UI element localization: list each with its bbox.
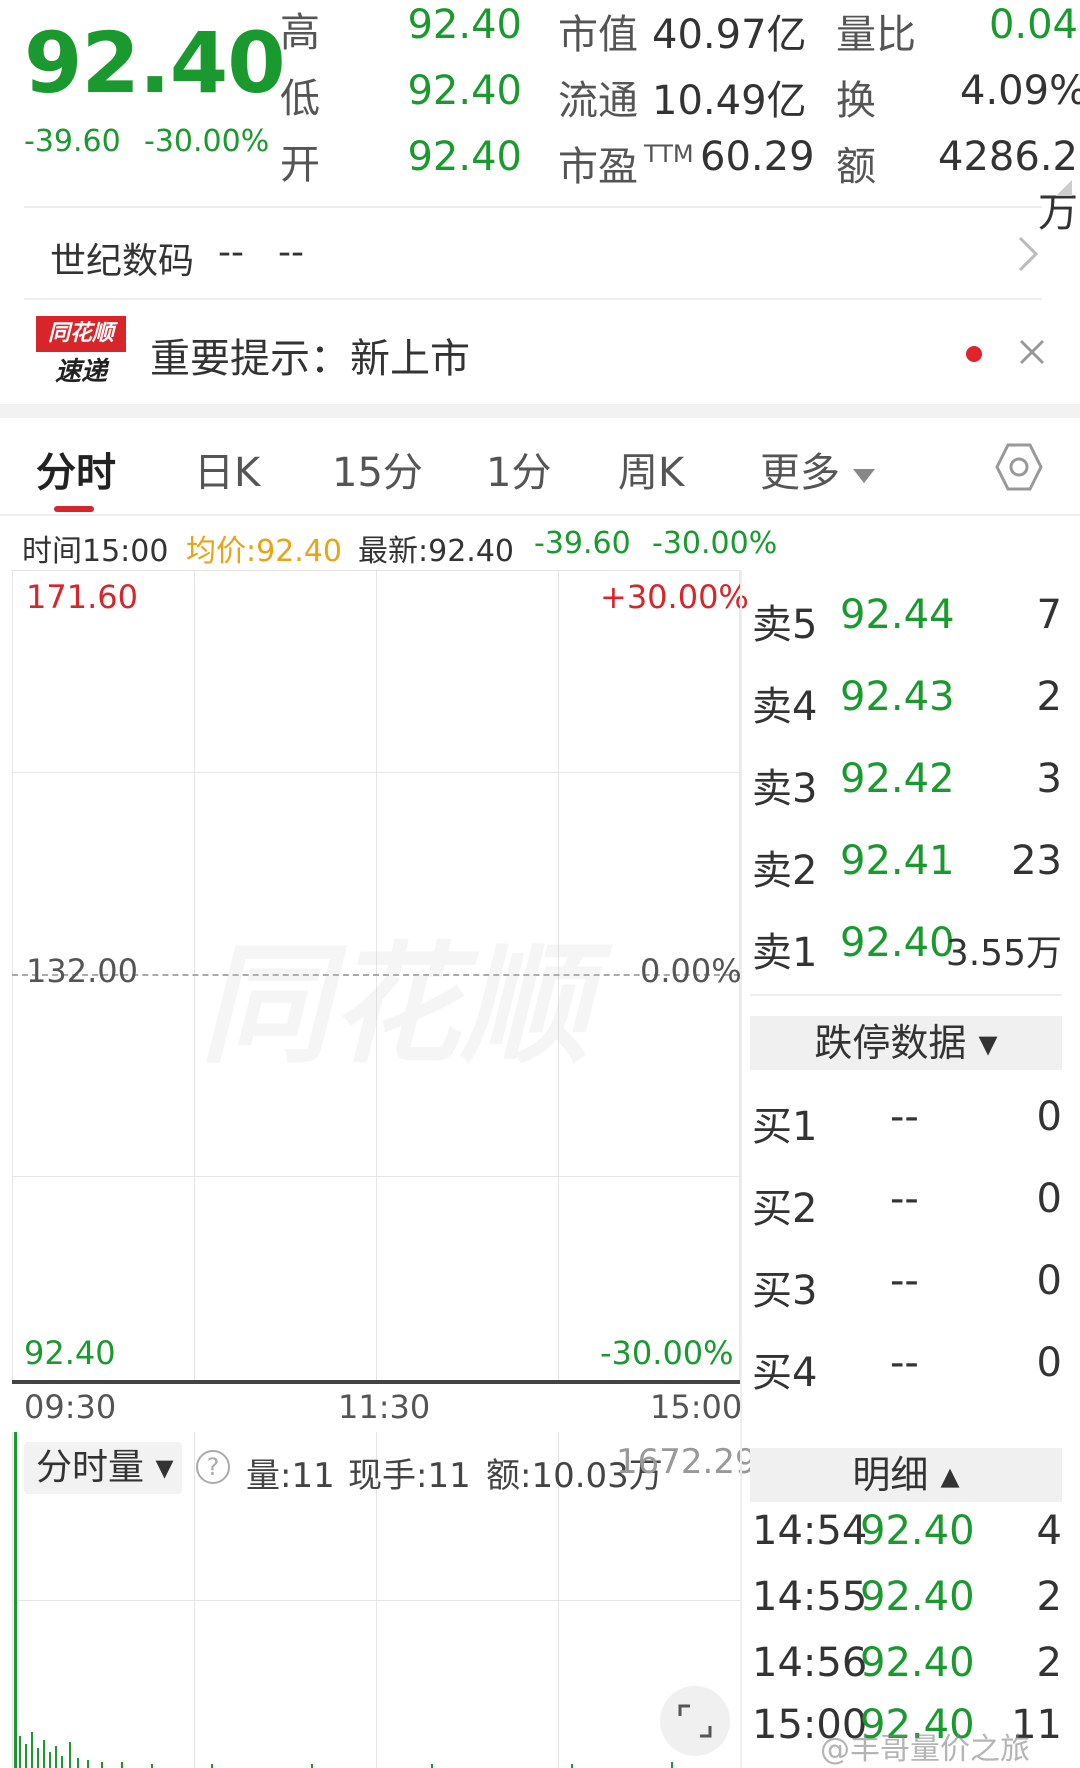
tab-weekly-k[interactable]: 周K <box>618 440 684 498</box>
time-axis-mid: 11:30 <box>338 1388 431 1426</box>
turnover-label: 换 <box>836 78 876 124</box>
turnover-value: 4.09% <box>960 68 1080 114</box>
detail-section-header[interactable]: 明细 ▴ <box>750 1448 1062 1502</box>
tab-15min[interactable]: 15分 <box>332 440 423 498</box>
unread-dot <box>966 346 982 362</box>
mktcap-label: 市值 <box>558 12 638 58</box>
price-line <box>12 1380 740 1384</box>
news-text: 重要提示：新上市 <box>150 336 470 382</box>
price-change: -39.60 <box>24 124 121 159</box>
opening-volume-bar <box>14 1432 17 1768</box>
panel-separator <box>740 570 742 1768</box>
pe-label: 市盈 <box>558 144 638 190</box>
float-label: 流通 <box>558 78 638 124</box>
open-label: 开 <box>280 142 320 188</box>
divider <box>750 994 1062 996</box>
mktcap-value: 40.97亿 <box>652 12 807 58</box>
axis-mid-price: 132.00 <box>26 952 138 990</box>
chevron-right-icon <box>1018 236 1039 272</box>
volume-max-axis: 1672.29 <box>616 1442 757 1482</box>
section-gap <box>0 404 1080 418</box>
tab-1min[interactable]: 1分 <box>486 440 551 498</box>
footer-watermark: @丰哥量价之旅 <box>820 1732 1030 1767</box>
watermark: 同花顺 <box>200 929 591 1081</box>
info-time: 时间15:00 <box>22 534 169 569</box>
high-value: 92.40 <box>407 2 522 48</box>
sell-order-row[interactable]: 卖5 92.44 7 <box>752 592 1062 652</box>
trade-detail-row: 14:54 92.40 4 <box>752 1508 1062 1554</box>
time-axis-end: 15:00 <box>650 1388 743 1426</box>
company-name: 世纪数码 <box>50 241 195 282</box>
axis-bottom-price: 92.40 <box>24 1334 116 1372</box>
company-value-1: -- <box>218 232 244 273</box>
price-change-pct: -30.00% <box>144 124 270 159</box>
high-label: 高 <box>280 10 320 56</box>
axis-mid-pct: 0.00% <box>640 952 742 990</box>
close-icon[interactable] <box>1018 338 1046 366</box>
current-hand-value: 现手:11 <box>348 1456 471 1496</box>
company-row[interactable]: 世纪数码 -- -- <box>0 208 1080 298</box>
fullscreen-button[interactable] <box>660 1686 730 1756</box>
news-row[interactable]: 同花顺 速递 重要提示：新上市 <box>0 300 1080 404</box>
sell-order-row[interactable]: 卖4 92.43 2 <box>752 674 1062 734</box>
pe-ttm-label: TTM <box>644 140 694 168</box>
volratio-label: 量比 <box>836 12 916 58</box>
divider <box>0 514 1080 516</box>
expand-corner-icon[interactable] <box>1056 180 1072 196</box>
open-value: 92.40 <box>407 134 522 180</box>
axis-top-price: 171.60 <box>26 578 138 616</box>
tab-more[interactable]: 更多 <box>760 440 875 498</box>
trade-detail-row: 14:56 92.40 2 <box>752 1640 1062 1686</box>
fullscreen-icon <box>678 1704 712 1738</box>
company-value-2: -- <box>278 232 304 273</box>
volume-value: 量:11 <box>246 1456 335 1496</box>
volume-bars <box>19 1732 673 1768</box>
info-change-pct: -30.00% <box>652 526 778 561</box>
buy-order-row[interactable]: 买1 -- 0 <box>752 1094 1062 1154</box>
low-value: 92.40 <box>407 68 522 114</box>
axis-top-pct: +30.00% <box>600 578 749 616</box>
info-avg-price: 均价:92.40 <box>186 534 342 569</box>
buy-order-row[interactable]: 买4 -- 0 <box>752 1340 1062 1400</box>
current-price: 92.40 <box>24 14 286 112</box>
info-latest-price: 最新:92.40 <box>358 534 514 569</box>
caret-down-icon <box>852 469 875 483</box>
trade-detail-row: 14:55 92.40 2 <box>752 1574 1062 1620</box>
sell-order-row[interactable]: 卖1 92.40 3.55万 <box>752 920 1062 980</box>
sell-order-row[interactable]: 卖3 92.42 3 <box>752 756 1062 816</box>
buy-order-row[interactable]: 买3 -- 0 <box>752 1258 1062 1318</box>
sell-order-row[interactable]: 卖2 92.41 23 <box>752 838 1062 898</box>
low-label: 低 <box>280 76 320 122</box>
volratio-value: 0.04 <box>988 2 1078 48</box>
pe-value: 60.29 <box>700 134 815 180</box>
float-value: 10.49亿 <box>652 78 807 124</box>
tab-more-label: 更多 <box>760 450 840 496</box>
settings-hexagon-icon[interactable] <box>994 442 1044 492</box>
ths-express-logo: 同花顺 速递 <box>36 316 126 390</box>
tab-daily-k[interactable]: 日K <box>194 440 260 498</box>
help-icon[interactable]: ? <box>196 1450 230 1484</box>
limit-down-section-header[interactable]: 跌停数据 ▾ <box>750 1016 1062 1070</box>
volume-type-selector[interactable]: 分时量 ▾ <box>24 1442 182 1494</box>
info-change: -39.60 <box>534 526 631 561</box>
tab-intraday[interactable]: 分时 <box>36 440 116 498</box>
axis-bottom-pct: -30.00% <box>600 1334 734 1372</box>
time-axis-start: 09:30 <box>24 1388 117 1426</box>
buy-order-row[interactable]: 买2 -- 0 <box>752 1176 1062 1236</box>
amount-label: 额 <box>836 144 876 190</box>
active-tab-indicator <box>54 506 94 512</box>
